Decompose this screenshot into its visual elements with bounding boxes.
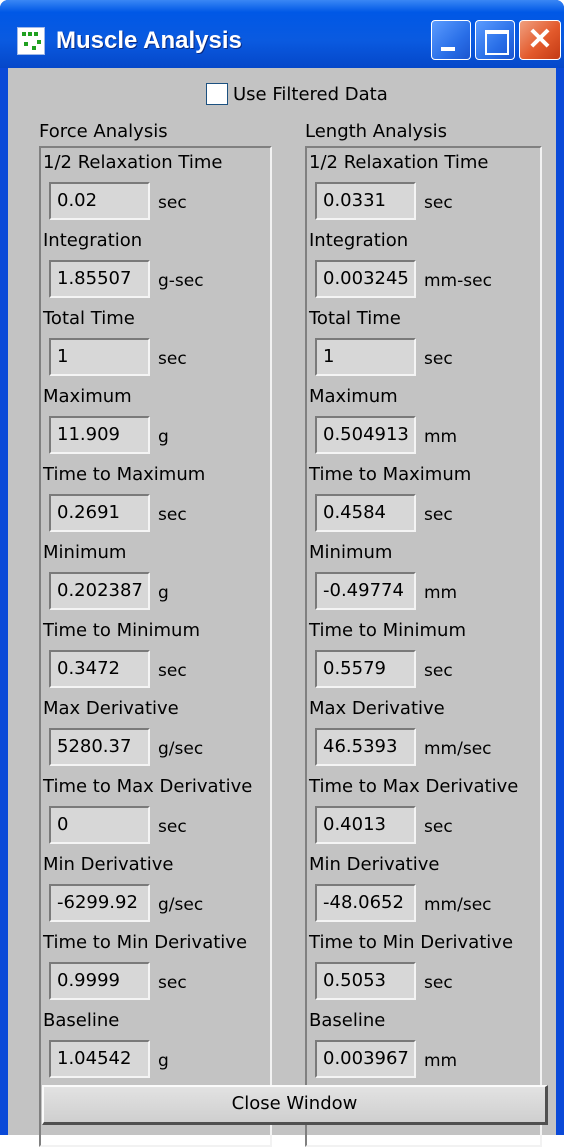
length-1-2-relaxation-time-value: 0.0331	[315, 182, 416, 220]
length-time-to-minimum-label: Time to Minimum	[309, 620, 466, 641]
length-baseline-unit: mm	[424, 1051, 458, 1071]
length-time-to-minimum-unit: sec	[424, 661, 453, 681]
force-baseline-label: Baseline	[43, 1010, 120, 1031]
length-analysis-title: Length Analysis	[305, 121, 447, 142]
length-min-derivative-value: -48.0652	[315, 884, 416, 922]
force-time-to-maximum-unit: sec	[158, 505, 187, 525]
length-max-derivative-unit: mm/sec	[424, 739, 492, 759]
length-time-to-maximum-value: 0.4584	[315, 494, 416, 532]
length-time-to-maximum-label: Time to Maximum	[309, 464, 472, 485]
length-time-to-max-derivative-value: 0.4013	[315, 806, 416, 844]
length-min-derivative-label: Min Derivative	[309, 854, 440, 875]
force-time-to-max-derivative-value: 0	[49, 806, 150, 844]
length-max-derivative-label: Max Derivative	[309, 698, 445, 719]
force-maximum-unit: g	[158, 427, 169, 447]
length-maximum-unit: mm	[424, 427, 458, 447]
force-time-to-maximum-value: 0.2691	[49, 494, 150, 532]
title-bar[interactable]: Muscle Analysis ✕	[0, 0, 564, 68]
force-time-to-minimum-value: 0.3472	[49, 650, 150, 688]
muscle-analysis-window: Muscle Analysis ✕ Use Filtered Data Forc…	[0, 0, 564, 1147]
force-min-derivative-unit: g/sec	[158, 895, 204, 915]
close-window-button[interactable]: Close Window	[42, 1085, 548, 1125]
length-1-2-relaxation-time-unit: sec	[424, 193, 453, 213]
force-analysis-panel: 1/2 Relaxation Time 0.02 sec Integration 1.8…	[39, 146, 272, 1147]
force-time-to-max-derivative-label: Time to Max Derivative	[43, 776, 253, 797]
length-total-time-value: 1	[315, 338, 416, 376]
maximize-button[interactable]	[475, 20, 515, 60]
force-time-to-min-derivative-value: 0.9999	[49, 962, 150, 1000]
force-time-to-minimum-label: Time to Minimum	[43, 620, 200, 641]
length-time-to-min-derivative-value: 0.5053	[315, 962, 416, 1000]
force-baseline-value: 1.04542	[49, 1040, 150, 1078]
force-maximum-label: Maximum	[43, 386, 132, 407]
length-minimum-value: -0.49774	[315, 572, 416, 610]
close-window-titlebar-button[interactable]: ✕	[519, 20, 561, 60]
force-time-to-maximum-label: Time to Maximum	[43, 464, 206, 485]
force-min-derivative-label: Min Derivative	[43, 854, 174, 875]
force-max-derivative-label: Max Derivative	[43, 698, 179, 719]
force-baseline-unit: g	[158, 1051, 169, 1071]
app-icon[interactable]	[17, 27, 45, 55]
force-min-derivative-value: -6299.92	[49, 884, 150, 922]
force-1-2-relaxation-time-value: 0.02	[49, 182, 150, 220]
force-minimum-label: Minimum	[43, 542, 127, 563]
force-minimum-value: 0.202387	[49, 572, 150, 610]
force-total-time-value: 1	[49, 338, 150, 376]
length-time-to-maximum-unit: sec	[424, 505, 453, 525]
length-time-to-minimum-value: 0.5579	[315, 650, 416, 688]
length-minimum-label: Minimum	[309, 542, 393, 563]
close-icon: ✕	[527, 23, 553, 56]
force-time-to-min-derivative-label: Time to Min Derivative	[43, 932, 248, 953]
length-time-to-max-derivative-label: Time to Max Derivative	[309, 776, 519, 797]
length-baseline-value: 0.003967	[315, 1040, 416, 1078]
minimize-button[interactable]	[431, 20, 471, 60]
force-total-time-label: Total Time	[43, 308, 135, 329]
force-1-2-relaxation-time-unit: sec	[158, 193, 187, 213]
force-max-derivative-value: 5280.37	[49, 728, 150, 766]
length-time-to-min-derivative-label: Time to Min Derivative	[309, 932, 514, 953]
force-integration-value: 1.85507	[49, 260, 150, 298]
force-time-to-min-derivative-unit: sec	[158, 973, 187, 993]
length-maximum-value: 0.504913	[315, 416, 416, 454]
length-time-to-min-derivative-unit: sec	[424, 973, 453, 993]
force-minimum-unit: g	[158, 583, 169, 603]
force-maximum-value: 11.909	[49, 416, 150, 454]
force-analysis-title: Force Analysis	[39, 121, 168, 142]
force-total-time-unit: sec	[158, 349, 187, 369]
force-integration-unit: g-sec	[158, 271, 204, 291]
window-client-area: Use Filtered Data Force Analysis Length …	[8, 68, 556, 1147]
length-integration-label: Integration	[309, 230, 409, 251]
checkbox-box[interactable]	[206, 83, 228, 105]
length-total-time-label: Total Time	[309, 308, 401, 329]
length-maximum-label: Maximum	[309, 386, 398, 407]
force-integration-label: Integration	[43, 230, 143, 251]
force-max-derivative-unit: g/sec	[158, 739, 204, 759]
force-1-2-relaxation-time-label: 1/2 Relaxation Time	[43, 152, 223, 173]
length-minimum-unit: mm	[424, 583, 458, 603]
length-min-derivative-unit: mm/sec	[424, 895, 492, 915]
length-total-time-unit: sec	[424, 349, 453, 369]
force-time-to-minimum-unit: sec	[158, 661, 187, 681]
window-title: Muscle Analysis	[56, 27, 242, 54]
length-time-to-max-derivative-unit: sec	[424, 817, 453, 837]
length-integration-value: 0.003245	[315, 260, 416, 298]
length-1-2-relaxation-time-label: 1/2 Relaxation Time	[309, 152, 489, 173]
length-integration-unit: mm-sec	[424, 271, 492, 291]
use-filtered-data-checkbox[interactable]: Use Filtered Data	[206, 82, 388, 106]
force-time-to-max-derivative-unit: sec	[158, 817, 187, 837]
length-analysis-panel: 1/2 Relaxation Time 0.0331 sec Integration 0…	[305, 146, 542, 1147]
length-max-derivative-value: 46.5393	[315, 728, 416, 766]
use-filtered-data-label: Use Filtered Data	[233, 83, 388, 105]
length-baseline-label: Baseline	[309, 1010, 386, 1031]
